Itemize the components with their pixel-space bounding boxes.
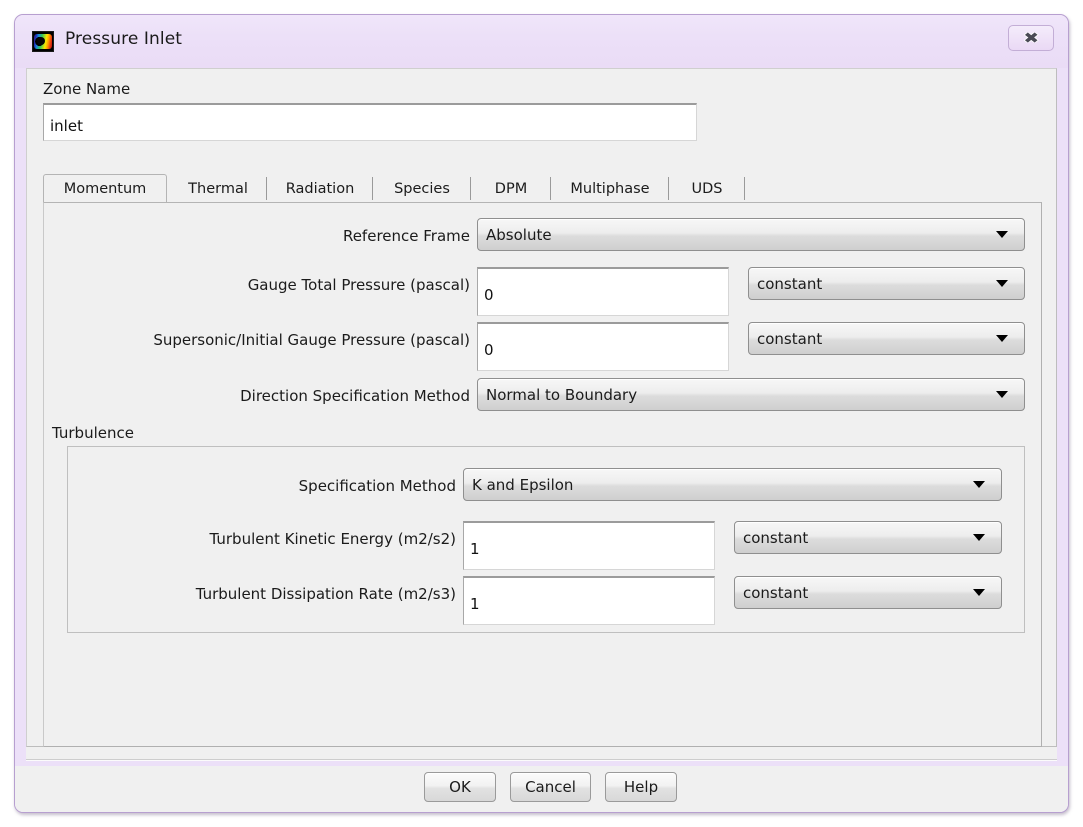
turbulent-dissipation-rate-label: Turbulent Dissipation Rate (m2/s3) [195, 585, 456, 603]
window-title: Pressure Inlet [65, 29, 183, 49]
ok-button-label: OK [449, 778, 471, 796]
supersonic-initial-gauge-pressure-label: Supersonic/Initial Gauge Pressure (pasca… [153, 331, 470, 349]
zone-name-label: Zone Name [43, 80, 131, 98]
tab-dpm[interactable]: DPM [471, 174, 551, 203]
tab-dpm-label: DPM [494, 180, 528, 197]
turbulent-dissipation-rate-method-combo[interactable]: constant [734, 576, 1002, 609]
tab-thermal-label: Thermal [188, 180, 248, 197]
turbulence-specification-method-label: Specification Method [298, 477, 456, 495]
cancel-button[interactable]: Cancel [510, 772, 591, 802]
reference-frame-combo[interactable]: Absolute [477, 218, 1025, 251]
tab-momentum[interactable]: Momentum [43, 174, 167, 203]
zone-name-input[interactable] [43, 103, 697, 141]
pressure-inlet-dialog: Pressure Inlet ✖ Zone Name Momentum Ther… [14, 14, 1069, 813]
turbulence-group-title: Turbulence [52, 424, 134, 442]
ok-button[interactable]: OK [424, 772, 496, 802]
chevron-down-icon [973, 589, 985, 596]
tab-species[interactable]: Species [373, 174, 471, 203]
tab-divider [744, 177, 745, 200]
chevron-down-icon [973, 481, 985, 488]
turbulent-dissipation-rate-method-value: constant [743, 583, 809, 602]
chevron-down-icon [973, 534, 985, 541]
turbulence-specification-method-combo[interactable]: K and Epsilon [463, 468, 1002, 501]
gauge-total-pressure-method-value: constant [757, 274, 823, 293]
reference-frame-label: Reference Frame [342, 227, 470, 245]
chevron-down-icon [996, 391, 1008, 398]
help-button-label: Help [623, 778, 659, 796]
client-bottom-filler [26, 747, 1057, 759]
chevron-down-icon [996, 335, 1008, 342]
cancel-button-label: Cancel [525, 778, 576, 796]
supersonic-initial-gauge-pressure-input[interactable] [477, 322, 729, 371]
tab-species-label: Species [394, 180, 450, 197]
tab-uds[interactable]: UDS [669, 174, 745, 203]
turbulent-kinetic-energy-method-value: constant [743, 528, 809, 547]
tab-multiphase-label: Multiphase [570, 180, 650, 197]
momentum-tab-panel: Reference Frame Absolute Gauge Total Pre… [43, 202, 1042, 747]
gauge-total-pressure-input[interactable] [477, 267, 729, 316]
tab-uds-label: UDS [691, 180, 723, 197]
help-button[interactable]: Help [605, 772, 677, 802]
tab-momentum-label: Momentum [63, 181, 147, 197]
turbulent-dissipation-rate-input[interactable] [463, 576, 715, 625]
gauge-total-pressure-method-combo[interactable]: constant [748, 267, 1025, 300]
direction-specification-method-combo[interactable]: Normal to Boundary [477, 378, 1025, 411]
direction-specification-method-value: Normal to Boundary [486, 385, 638, 404]
dialog-client-area: Zone Name Momentum Thermal Radiation Spe… [26, 68, 1057, 747]
dialog-button-bar: OK Cancel Help [15, 766, 1068, 812]
gauge-total-pressure-label: Gauge Total Pressure (pascal) [247, 276, 470, 294]
close-icon: ✖ [1023, 28, 1039, 47]
direction-specification-method-label: Direction Specification Method [240, 387, 470, 405]
chevron-down-icon [996, 231, 1008, 238]
chevron-down-icon [996, 280, 1008, 287]
turbulent-kinetic-energy-label: Turbulent Kinetic Energy (m2/s2) [209, 530, 457, 548]
tab-radiation-label: Radiation [285, 180, 355, 197]
fluent-app-icon-dot [36, 37, 45, 45]
fluent-app-icon [32, 31, 54, 52]
turbulent-kinetic-energy-method-combo[interactable]: constant [734, 521, 1002, 554]
turbulent-kinetic-energy-input[interactable] [463, 521, 715, 570]
close-button[interactable]: ✖ [1008, 25, 1054, 51]
title-bar: Pressure Inlet ✖ [15, 15, 1068, 68]
tab-radiation[interactable]: Radiation [267, 174, 373, 203]
button-bar-separator [26, 759, 1057, 761]
tab-thermal[interactable]: Thermal [169, 174, 267, 203]
tab-multiphase[interactable]: Multiphase [551, 174, 669, 203]
supersonic-initial-gauge-pressure-method-value: constant [757, 329, 823, 348]
supersonic-initial-gauge-pressure-method-combo[interactable]: constant [748, 322, 1025, 355]
reference-frame-value: Absolute [486, 225, 552, 244]
turbulence-specification-method-value: K and Epsilon [472, 475, 574, 494]
tab-strip: Momentum Thermal Radiation Species DPM M… [43, 174, 1042, 203]
